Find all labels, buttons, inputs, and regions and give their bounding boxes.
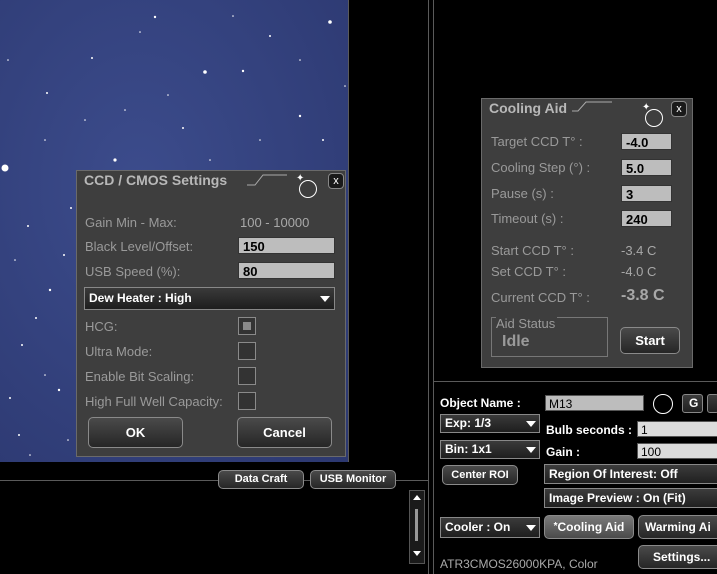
bit-scaling-checkbox[interactable] [238, 367, 256, 385]
title-tab-edge [572, 101, 612, 112]
target-input[interactable]: -4.0 [621, 133, 672, 150]
cooling-aid-button[interactable]: *Cooling Aid [544, 515, 634, 539]
ok-button[interactable]: OK [88, 417, 183, 448]
settings-button[interactable]: Settings... [638, 545, 717, 569]
start-ccd-label: Start CCD T° : [491, 243, 574, 258]
hcg-checkbox[interactable] [238, 317, 256, 335]
aid-status-value: Idle [502, 333, 530, 350]
checkbox-fill [243, 322, 251, 330]
title-tab-edge [247, 174, 287, 186]
chevron-down-icon [526, 447, 536, 453]
close-button[interactable]: x [671, 101, 687, 117]
exposure-value: Exp: 1/3 [445, 416, 492, 430]
image-preview-button[interactable]: Image Preview : On (Fit) [544, 488, 717, 508]
capture-divider [433, 381, 717, 382]
cooling-step-label: Cooling Step (°) : [491, 160, 591, 175]
sparkle-icon: ✦ [296, 173, 305, 184]
gain-input[interactable]: 100 [637, 443, 717, 459]
binning-value: Bin: 1x1 [445, 442, 492, 456]
chevron-down-icon [526, 525, 536, 531]
full-well-label: High Full Well Capacity: [85, 394, 223, 409]
panel-divider-left [428, 0, 429, 574]
center-roi-button[interactable]: Center ROI [442, 465, 518, 485]
start-button[interactable]: Start [620, 327, 680, 354]
target-label: Target CCD T° : [491, 134, 583, 149]
bulb-label: Bulb seconds : [546, 423, 633, 437]
ultra-mode-checkbox[interactable] [238, 342, 256, 360]
dialog-title: CCD / CMOS Settings [84, 172, 228, 188]
set-ccd-label: Set CCD T° : [491, 264, 567, 279]
cooler-select[interactable]: Cooler : On [440, 517, 540, 538]
cooling-step-input[interactable]: 5.0 [621, 159, 672, 176]
aid-status-label: Aid Status [496, 316, 558, 331]
dew-heater-value: Dew Heater : High [89, 291, 192, 305]
usb-monitor-button[interactable]: USB Monitor [310, 470, 396, 489]
night-mode-icon[interactable] [653, 394, 673, 414]
warming-aid-button[interactable]: Warming Ai [638, 515, 717, 539]
close-button[interactable]: x [328, 173, 344, 189]
gain-value: 100 - 10000 [240, 215, 310, 230]
panel-divider-right [433, 0, 434, 574]
current-ccd-label: Current CCD T° : [491, 290, 590, 305]
scroll-thumb[interactable] [415, 509, 418, 541]
black-level-label: Black Level/Offset: [85, 239, 194, 254]
camera-name: ATR3CMOS26000KPA, Color [440, 557, 598, 571]
binning-select[interactable]: Bin: 1x1 [440, 440, 540, 459]
cooler-value: Cooler : On [445, 520, 511, 534]
object-name-input[interactable]: M13 [545, 395, 644, 411]
chevron-down-icon [526, 421, 536, 427]
scroll-down-icon[interactable] [413, 551, 421, 556]
cooling-aid-button-label: Cooling Aid [557, 520, 625, 534]
extra-button[interactable] [707, 394, 717, 413]
ultra-mode-label: Ultra Mode: [85, 344, 153, 359]
roi-button[interactable]: Region Of Interest: Off [544, 464, 717, 484]
bulb-input[interactable]: 1 [637, 421, 717, 437]
start-ccd-value: -3.4 C [621, 243, 657, 258]
image-border [348, 0, 349, 462]
full-well-checkbox[interactable] [238, 392, 256, 410]
g-button[interactable]: G [682, 394, 703, 413]
gain-label: Gain Min - Max: [85, 215, 177, 230]
aid-status-box: Aid Status Idle [491, 316, 608, 357]
set-ccd-value: -4.0 C [621, 264, 657, 279]
scroll-up-icon[interactable] [413, 495, 421, 500]
timeout-input[interactable]: 240 [621, 210, 672, 227]
timeout-label: Timeout (s) : [491, 211, 564, 226]
bit-scaling-label: Enable Bit Scaling: [85, 369, 195, 384]
usb-speed-input[interactable]: 80 [238, 262, 335, 279]
pause-label: Pause (s) : [491, 186, 554, 201]
dialog-title: Cooling Aid [489, 100, 568, 116]
cooling-aid-dialog: Cooling Aid ✦ x Target CCD T° : -4.0 Coo… [481, 98, 693, 368]
cancel-button[interactable]: Cancel [237, 417, 332, 448]
hcg-label: HCG: [85, 319, 118, 334]
black-level-input[interactable]: 150 [238, 237, 335, 254]
usb-speed-label: USB Speed (%): [85, 264, 181, 279]
scrollbar[interactable] [409, 490, 425, 564]
gain-label: Gain : [546, 445, 581, 459]
pause-input[interactable]: 3 [621, 185, 672, 202]
current-ccd-value: -3.8 C [621, 287, 665, 304]
exposure-select[interactable]: Exp: 1/3 [440, 414, 540, 433]
dew-heater-select[interactable]: Dew Heater : High [84, 287, 335, 310]
data-craft-button[interactable]: Data Craft [218, 470, 304, 489]
sparkle-icon: ✦ [642, 102, 651, 113]
object-name-label: Object Name : [440, 396, 521, 410]
ccd-settings-dialog: CCD / CMOS Settings ✦ x Gain Min - Max: … [76, 170, 346, 457]
chevron-down-icon [320, 296, 330, 302]
